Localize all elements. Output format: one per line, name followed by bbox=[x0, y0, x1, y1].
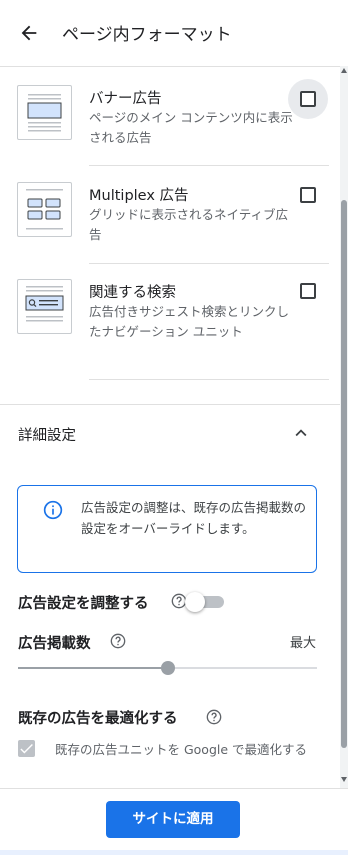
adjust-settings-label: 広告設定を調整する bbox=[18, 596, 149, 612]
panel-header: ページ内フォーマット bbox=[0, 0, 348, 67]
help-icon[interactable] bbox=[110, 633, 126, 649]
format-description: グリッドに表示されるネイティブ広告 bbox=[89, 207, 289, 242]
multiplex-checkbox[interactable] bbox=[300, 187, 316, 203]
back-arrow-icon[interactable] bbox=[18, 22, 40, 44]
multiplex-thumbnail-icon bbox=[17, 182, 72, 237]
advanced-settings-title: 詳細設定 bbox=[18, 428, 76, 444]
optimize-checkbox[interactable] bbox=[18, 740, 35, 757]
info-notice: 広告設定の調整は、既存の広告掲載数の設定をオーバーライドします。 bbox=[17, 485, 317, 573]
scrollbar-thumb[interactable] bbox=[341, 200, 347, 748]
related-search-thumbnail-icon bbox=[17, 279, 72, 334]
adjust-settings-toggle[interactable] bbox=[185, 592, 205, 612]
info-text: 広告設定の調整は、既存の広告掲載数の設定をオーバーライドします。 bbox=[81, 500, 307, 536]
format-description: ページのメイン コンテンツ内に表示される広告 bbox=[89, 110, 293, 145]
section-divider bbox=[0, 404, 340, 405]
ad-density-label: 広告掲載数 bbox=[18, 636, 91, 652]
format-item-multiplex: Multiplex 広告 グリッドに表示されるネイティブ広告 bbox=[0, 166, 340, 263]
scroll-down-arrow-icon[interactable] bbox=[341, 777, 347, 782]
check-icon bbox=[20, 743, 33, 754]
format-title: バナー広告 bbox=[89, 91, 162, 107]
ad-density-slider-fill bbox=[18, 667, 168, 669]
format-item-banner: バナー広告 ページのメイン コンテンツ内に表示される広告 bbox=[0, 66, 340, 166]
related-search-checkbox[interactable] bbox=[300, 283, 316, 299]
scroll-up-arrow-icon[interactable] bbox=[341, 68, 347, 73]
ad-density-slider-thumb[interactable] bbox=[160, 661, 175, 675]
format-title: 関連する検索 bbox=[89, 285, 176, 301]
ad-density-max-label: 最大 bbox=[290, 636, 317, 651]
format-title: Multiplex 広告 bbox=[89, 188, 189, 204]
banner-thumbnail-icon bbox=[17, 85, 72, 140]
divider bbox=[89, 379, 329, 380]
apply-to-site-button[interactable]: サイトに適用 bbox=[106, 801, 240, 838]
banner-checkbox[interactable] bbox=[300, 91, 316, 107]
info-icon bbox=[43, 500, 63, 520]
bottom-strip bbox=[0, 850, 348, 855]
format-item-related-search: 関連する検索 広告付きサジェスト検索とリンクしたナビゲーション ユニット bbox=[0, 264, 340, 380]
page-title: ページ内フォーマット bbox=[62, 25, 232, 45]
optimize-checkbox-label: 既存の広告ユニットを Google で最適化する bbox=[55, 742, 308, 757]
chevron-up-icon[interactable] bbox=[290, 422, 312, 444]
help-icon[interactable] bbox=[206, 709, 222, 725]
optimize-existing-label: 既存の広告を最適化する bbox=[18, 711, 178, 727]
format-description: 広告付きサジェスト検索とリンクしたナビゲーション ユニット bbox=[89, 304, 290, 339]
